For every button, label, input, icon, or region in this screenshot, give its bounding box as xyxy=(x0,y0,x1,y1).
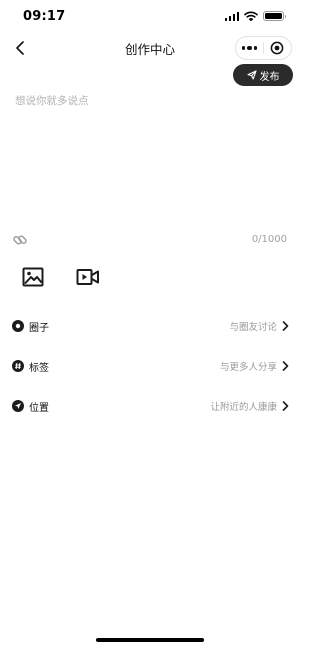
chevron-right-icon xyxy=(282,401,290,411)
more-button[interactable] xyxy=(236,37,263,59)
close-mini-program-button[interactable] xyxy=(264,37,291,59)
link-icon xyxy=(13,235,27,245)
home-indicator[interactable] xyxy=(96,638,204,642)
circle-option-row[interactable]: 圈子 与圈友讨论 xyxy=(0,314,300,338)
mini-program-capsule xyxy=(235,36,292,60)
tag-option-hint: 与更多人分享 xyxy=(219,362,277,373)
tag-option-label: 标签 xyxy=(29,362,49,374)
location-option-hint: 让附近的人康康 xyxy=(210,402,277,413)
status-icons xyxy=(224,11,286,21)
nav-bar: 创作中心 xyxy=(0,34,300,62)
battery-icon xyxy=(263,11,286,21)
location-option-label: 位置 xyxy=(29,402,49,414)
status-time: 09:17 xyxy=(23,9,66,24)
status-bar: 09:17 xyxy=(0,0,300,34)
wifi-icon xyxy=(244,11,258,21)
cellular-signal-icon xyxy=(224,11,239,21)
chevron-right-icon xyxy=(282,361,290,371)
video-icon xyxy=(76,269,99,285)
publish-label: 发布 xyxy=(259,71,280,83)
location-option-row[interactable]: 位置 让附近的人康康 xyxy=(0,394,300,418)
tag-option-row[interactable]: 标签 与更多人分享 xyxy=(0,354,300,378)
hashtag-icon xyxy=(12,360,24,372)
location-arrow-icon xyxy=(12,400,24,412)
add-image-button[interactable] xyxy=(21,266,45,288)
circle-option-hint: 与圈友讨论 xyxy=(229,322,277,333)
add-link-button[interactable] xyxy=(11,231,29,249)
target-close-icon xyxy=(271,41,284,55)
circle-option-label: 圈子 xyxy=(29,322,49,334)
image-icon xyxy=(22,267,44,287)
character-count: 0/1000 xyxy=(251,234,287,245)
publish-button[interactable]: 发布 xyxy=(233,64,293,86)
send-icon xyxy=(246,70,257,80)
add-video-button[interactable] xyxy=(76,266,100,288)
circle-dot-icon xyxy=(12,320,24,332)
post-content-input[interactable] xyxy=(15,93,285,223)
chevron-right-icon xyxy=(282,321,290,331)
